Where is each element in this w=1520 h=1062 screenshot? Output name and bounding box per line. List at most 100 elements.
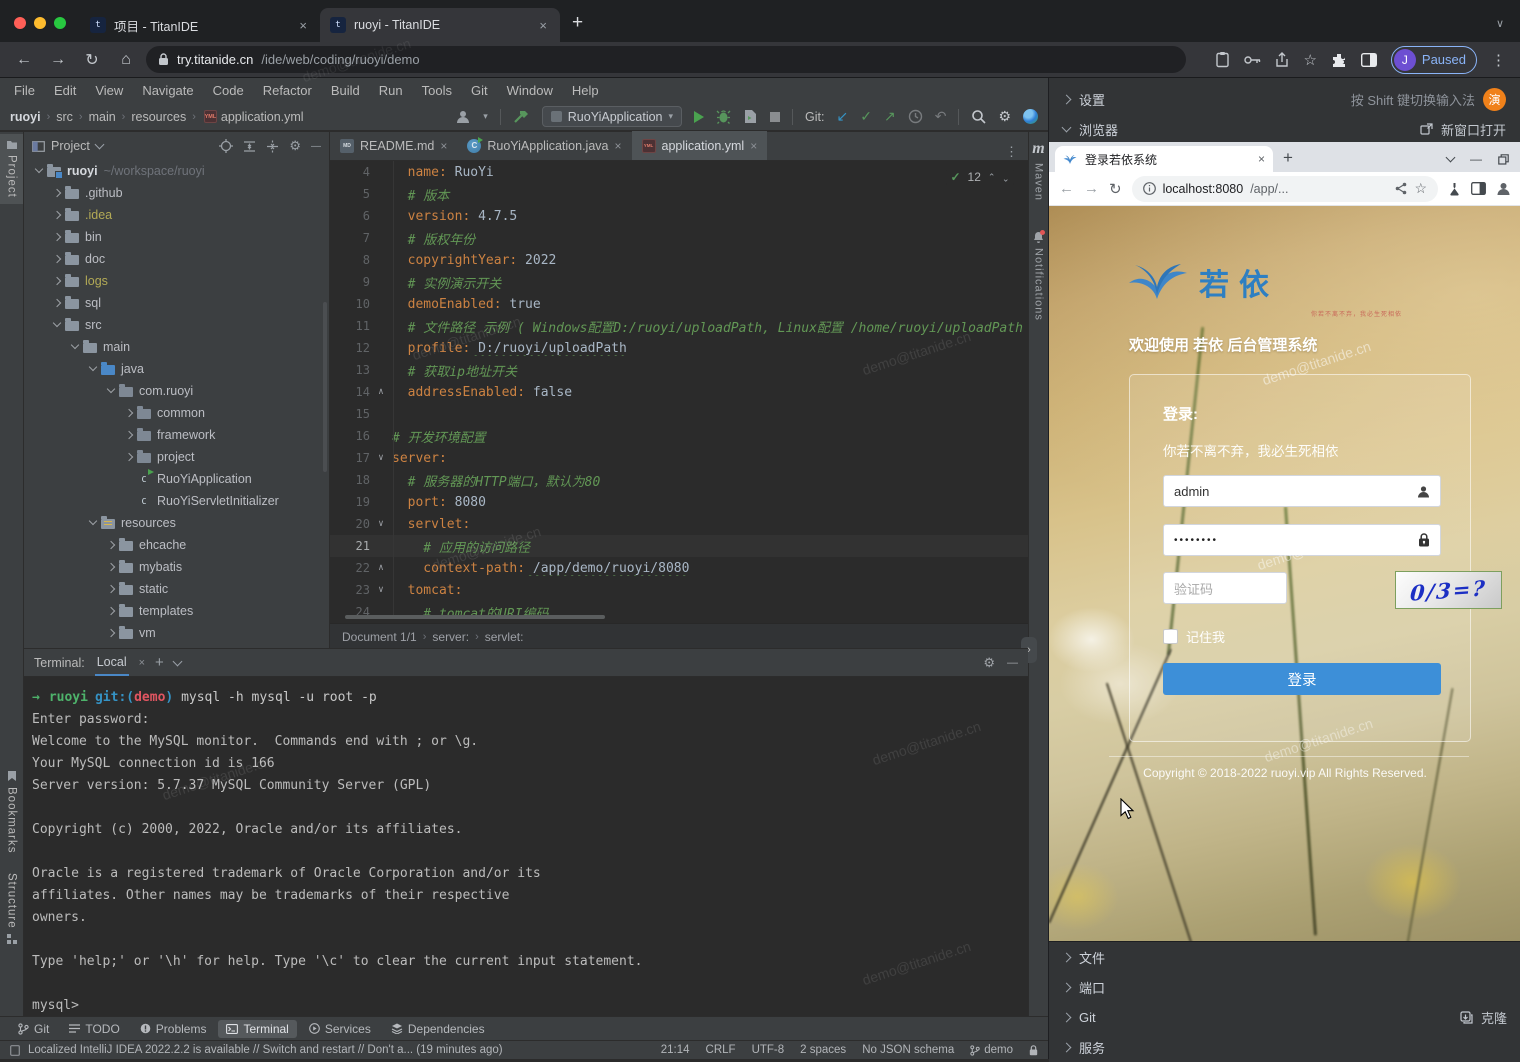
menu-build[interactable]: Build (331, 83, 360, 98)
tree-item[interactable]: bin (24, 226, 329, 248)
line-ending[interactable]: CRLF (706, 1044, 736, 1056)
chevron-down-icon[interactable]: ▾ (483, 111, 488, 122)
tree-chevron-icon[interactable] (50, 186, 65, 201)
tree-item[interactable]: static (24, 578, 329, 600)
indent-style[interactable]: 2 spaces (800, 1044, 846, 1056)
tree-item[interactable]: .idea (24, 204, 329, 226)
expand-all-icon[interactable] (243, 140, 256, 153)
close-tab-icon[interactable]: × (536, 18, 550, 33)
section-settings[interactable]: 设置 按 Shift 键切换输入法 演 (1049, 84, 1520, 114)
demo-badge[interactable]: 演 (1483, 88, 1506, 111)
tree-item[interactable]: sql (24, 292, 329, 314)
clipboard-icon[interactable] (1215, 51, 1230, 68)
share-icon[interactable] (1275, 52, 1289, 68)
locate-file-icon[interactable] (219, 139, 233, 153)
back-icon[interactable]: ← (10, 51, 38, 69)
section-files[interactable]: 文件 (1049, 942, 1520, 972)
tree-item[interactable]: ehcache (24, 534, 329, 556)
git-push-icon[interactable]: ↗ (884, 108, 896, 125)
build-hammer-icon[interactable] (513, 109, 530, 125)
tree-item[interactable]: resources (24, 512, 329, 534)
tree-item[interactable]: CRuoYiApplication (24, 468, 329, 490)
login-button[interactable]: 登录 (1163, 663, 1441, 695)
reload-icon[interactable]: ↻ (1109, 180, 1122, 198)
browser-tab-active[interactable]: t ruoyi - TitanIDE × (320, 8, 560, 42)
chevron-down-icon[interactable] (94, 140, 104, 150)
password-field[interactable]: •••••••• (1163, 524, 1441, 556)
panel-settings-gear-icon[interactable]: ⚙ (289, 138, 301, 154)
extensions-puzzle-icon[interactable] (1331, 52, 1347, 68)
bookmark-star-icon[interactable]: ☆ (1303, 51, 1316, 69)
profile-icon[interactable] (1496, 181, 1511, 196)
breadcrumb-server[interactable]: server: (432, 630, 469, 644)
terminal-settings-gear-icon[interactable]: ⚙ (983, 655, 995, 671)
editor-options-kebab-icon[interactable]: ⋮ (995, 144, 1028, 160)
new-tab-button[interactable]: + (560, 12, 595, 42)
address-bar[interactable]: try.titanide.cn/ide/web/coding/ruoyi/dem… (146, 46, 1186, 73)
project-panel-title[interactable]: Project (51, 139, 90, 153)
section-browser[interactable]: 浏览器 新窗口打开 (1049, 114, 1520, 144)
toolwindow-services[interactable]: Services (301, 1020, 379, 1038)
tree-chevron-icon[interactable] (104, 538, 119, 553)
breadcrumb-src[interactable]: src (56, 110, 73, 124)
tree-item[interactable]: framework (24, 424, 329, 446)
hide-terminal-icon[interactable]: — (1007, 657, 1018, 669)
editor-tab-readme[interactable]: MDREADME.md× (330, 131, 457, 160)
tree-chevron-icon[interactable] (86, 516, 101, 531)
tree-chevron-icon[interactable] (68, 340, 83, 355)
editor-tab-application-java[interactable]: CRuoYiApplication.java× (457, 131, 631, 160)
menu-code[interactable]: Code (213, 83, 244, 98)
code-editor[interactable]: 4 name: RuoYi 5 # 版本 6 version: 4.7.5 7 … (330, 161, 1028, 619)
menu-view[interactable]: View (95, 83, 123, 98)
menu-tools[interactable]: Tools (422, 83, 452, 98)
history-clock-icon[interactable] (908, 109, 923, 124)
tree-item[interactable]: vm (24, 622, 329, 644)
forward-icon[interactable]: → (44, 51, 72, 69)
run-button[interactable] (694, 111, 704, 123)
tree-chevron-icon[interactable] (50, 230, 65, 245)
menu-refactor[interactable]: Refactor (263, 83, 312, 98)
ide-assistant-icon[interactable] (1023, 109, 1038, 124)
editor-tab-application-yml[interactable]: YMLapplication.yml× (632, 131, 768, 160)
git-commit-icon[interactable]: ✓ (860, 108, 872, 125)
tree-item[interactable]: main (24, 336, 329, 358)
next-problem-icon[interactable]: ⌃ (1002, 172, 1010, 183)
toolwindow-dependencies[interactable]: Dependencies (383, 1020, 493, 1038)
embedded-address-bar[interactable]: localhost:8080/app/... ☆ (1132, 176, 1438, 202)
search-icon[interactable] (971, 109, 986, 124)
toolwindow-problems[interactable]: Problems (132, 1020, 215, 1038)
breadcrumb-file[interactable]: application.yml (221, 110, 304, 124)
remember-me-checkbox[interactable] (1163, 629, 1178, 644)
tab-menu-chevron-icon[interactable] (1446, 153, 1456, 163)
new-tab-button[interactable]: + (1273, 148, 1305, 172)
close-window-button[interactable] (14, 17, 26, 29)
inspections-widget[interactable]: ✓ 12 ⌃ ⌃ (946, 168, 1014, 186)
tree-chevron-icon[interactable] (104, 582, 119, 597)
beaker-icon[interactable] (1448, 182, 1461, 196)
tree-item[interactable]: java (24, 358, 329, 380)
side-panel-icon[interactable] (1361, 53, 1377, 67)
tree-item[interactable]: .github (24, 182, 329, 204)
terminal-dropdown-chevron-icon[interactable] (172, 656, 182, 666)
tree-chevron-icon[interactable] (122, 406, 137, 421)
caret-position[interactable]: 21:14 (661, 1044, 690, 1056)
git-branch-widget[interactable]: demo (970, 1044, 1013, 1056)
settings-gear-icon[interactable]: ⚙ (998, 108, 1011, 125)
tree-chevron-icon[interactable] (50, 296, 65, 311)
close-tab-icon[interactable]: × (440, 139, 447, 153)
bookmark-star-icon[interactable]: ☆ (1414, 180, 1427, 197)
collapse-all-icon[interactable] (266, 140, 279, 153)
tree-chevron-icon[interactable] (104, 626, 119, 641)
scrollbar[interactable] (323, 302, 327, 472)
tree-item[interactable]: project (24, 446, 329, 468)
menu-navigate[interactable]: Navigate (142, 83, 193, 98)
toolwindow-git[interactable]: Git (10, 1020, 57, 1038)
tree-chevron-icon[interactable] (104, 560, 119, 575)
breadcrumb-document[interactable]: Document 1/1 (342, 630, 417, 644)
file-encoding[interactable]: UTF-8 (752, 1044, 785, 1056)
lock-icon[interactable] (1029, 1045, 1038, 1056)
tree-chevron-icon[interactable] (50, 274, 65, 289)
tree-chevron-icon[interactable] (122, 428, 137, 443)
browser-tab[interactable]: t 项目 - TitanIDE × (80, 8, 320, 42)
tree-chevron-icon[interactable] (50, 208, 65, 223)
